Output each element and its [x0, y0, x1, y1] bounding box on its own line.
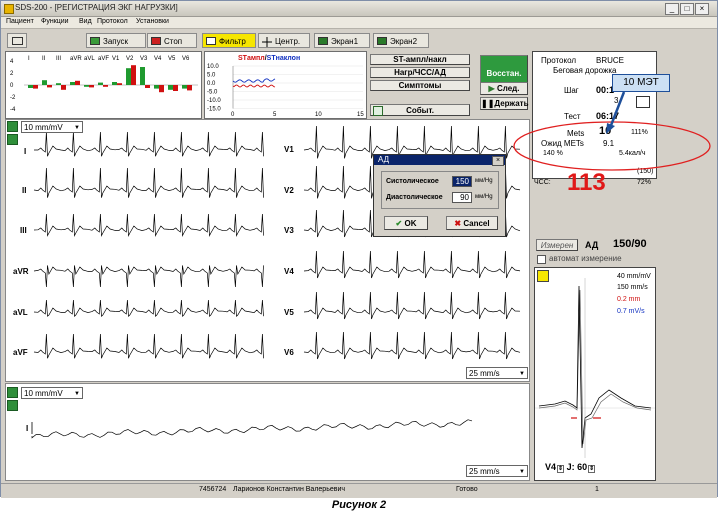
annotation-overlay: [513, 91, 711, 171]
figure-caption: Рисунок 2: [331, 499, 387, 511]
mets-callout: 10 МЭТ: [612, 74, 670, 92]
callout-arrowhead: [606, 123, 615, 134]
highlight-ellipse: [513, 121, 711, 171]
